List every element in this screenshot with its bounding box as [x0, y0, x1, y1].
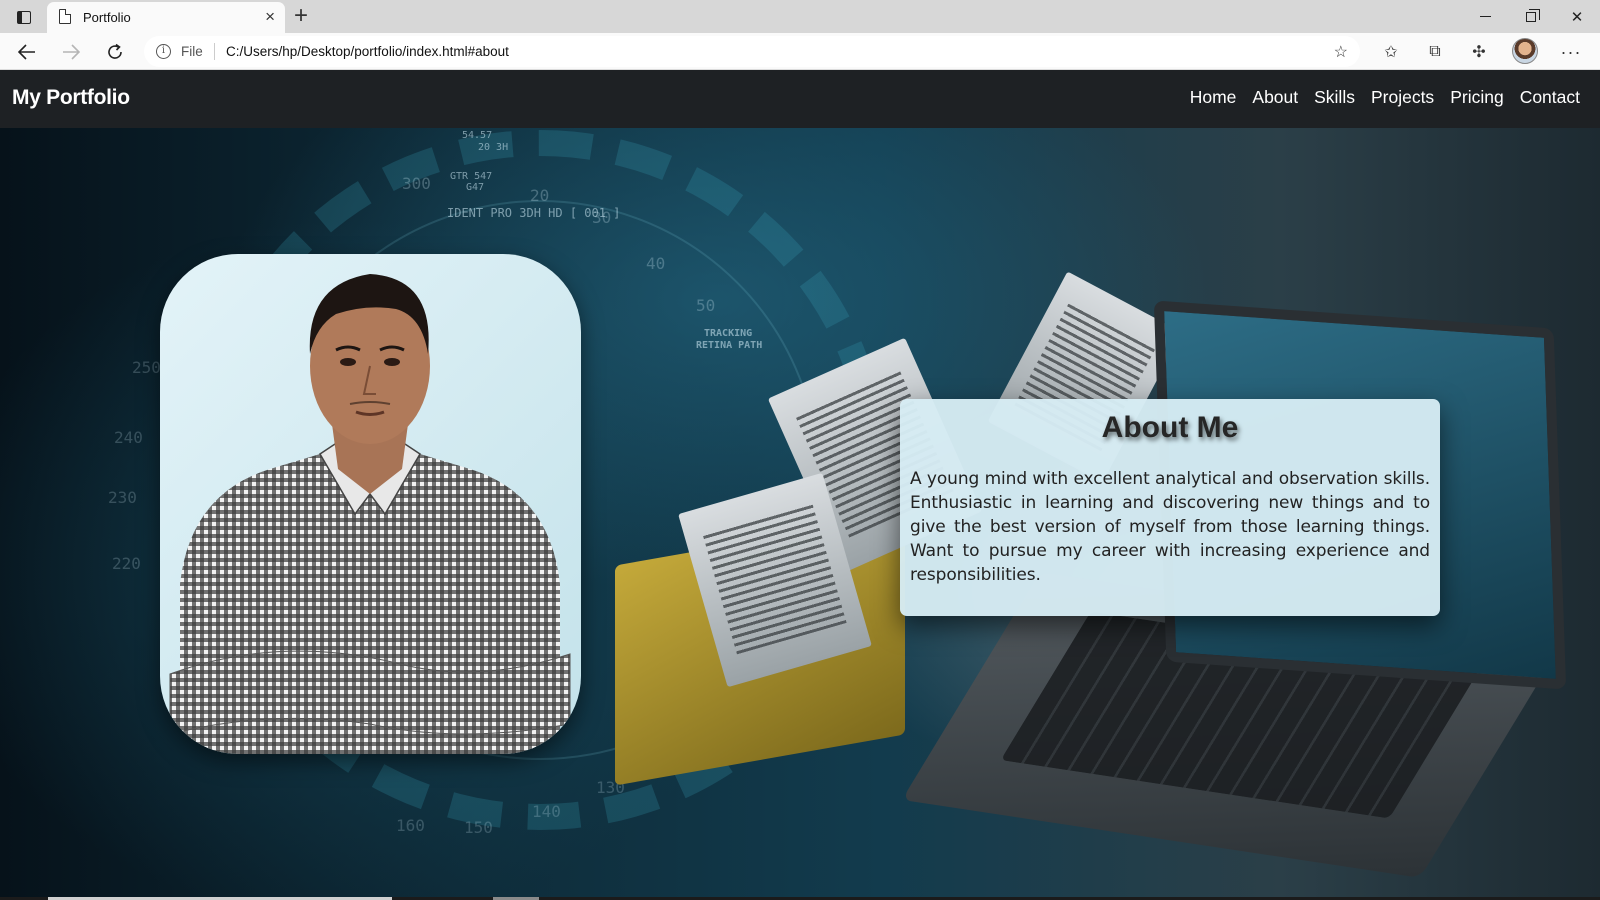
back-arrow-icon[interactable] [12, 37, 42, 67]
bg-gauge-150: 150 [464, 818, 493, 837]
bg-gauge-40: 40 [646, 254, 666, 273]
more-icon[interactable]: ··· [1558, 40, 1584, 64]
bg-code-c: GTR 547 [450, 171, 493, 182]
about-title: About Me [1101, 411, 1239, 444]
address-scheme: File [181, 44, 203, 59]
bg-code-d: G47 [466, 182, 485, 193]
new-tab-button[interactable]: + [294, 3, 308, 29]
page-viewport: IDENT PRO 3DH HD [ 001 ] TRACKING RETINA… [0, 70, 1600, 900]
nav-link-about[interactable]: About [1252, 87, 1298, 108]
address-bar[interactable]: i File C:/Users/hp/Desktop/portfolio/ind… [144, 36, 1360, 67]
profile-avatar[interactable] [1512, 38, 1538, 64]
extensions-icon[interactable]: ✣ [1466, 40, 1492, 64]
bg-text-tracking: TRACKING [704, 328, 753, 339]
star-plus-icon[interactable]: ☆ [1334, 42, 1348, 62]
site-menu: Home About Skills Projects Pricing Conta… [1190, 87, 1580, 108]
address-url[interactable]: C:/Users/hp/Desktop/portfolio/index.html… [226, 44, 509, 59]
bg-code-a: 54.57 [462, 130, 493, 141]
bg-code-b: 20 3H [478, 142, 509, 153]
bg-gauge-230: 230 [108, 488, 137, 507]
close-window-button[interactable]: ✕ [1554, 0, 1600, 33]
minimize-button[interactable] [1462, 0, 1508, 33]
about-description: A young mind with excellent analytical a… [910, 469, 1430, 585]
browser-toolbar: i File C:/Users/hp/Desktop/portfolio/ind… [0, 33, 1600, 70]
info-icon[interactable]: i [156, 44, 171, 59]
reload-icon[interactable] [100, 37, 130, 67]
browser-tab-strip: Portfolio × + ✕ [0, 0, 1600, 33]
favorites-icon[interactable]: ✩ [1378, 40, 1404, 64]
nav-link-projects[interactable]: Projects [1371, 87, 1434, 108]
restore-button[interactable] [1508, 0, 1554, 33]
nav-link-skills[interactable]: Skills [1314, 87, 1355, 108]
bg-gauge-30: 30 [592, 208, 612, 227]
nav-link-home[interactable]: Home [1190, 87, 1237, 108]
bg-gauge-250: 250 [132, 358, 161, 377]
bg-gauge-50: 50 [696, 296, 716, 315]
profile-photo [160, 254, 581, 754]
page-icon [59, 9, 71, 24]
nav-link-pricing[interactable]: Pricing [1450, 87, 1504, 108]
about-card: About Me A young mind with excellent ana… [900, 399, 1440, 616]
address-divider [214, 43, 215, 60]
tab-switcher-icon[interactable] [12, 7, 36, 27]
person-illustration [169, 274, 571, 754]
nav-link-contact[interactable]: Contact [1520, 87, 1580, 108]
tab-title: Portfolio [83, 10, 131, 25]
site-brand[interactable]: My Portfolio [12, 86, 130, 110]
bg-gauge-220: 220 [112, 554, 141, 573]
bg-gauge-20: 20 [530, 186, 550, 205]
bg-gauge-160: 160 [396, 816, 425, 835]
bg-gauge-240: 240 [114, 428, 143, 447]
collections-icon[interactable]: ⧉ [1422, 40, 1448, 64]
forward-arrow-icon[interactable] [56, 37, 86, 67]
site-navbar: My Portfolio Home About Skills Projects … [0, 70, 1600, 128]
close-tab-icon[interactable]: × [265, 7, 275, 27]
browser-tab[interactable]: Portfolio × [47, 2, 285, 33]
bg-text-retina: RETINA PATH [696, 340, 763, 351]
bg-gauge-140: 140 [532, 802, 561, 821]
bg-gauge-300: 300 [402, 174, 431, 193]
